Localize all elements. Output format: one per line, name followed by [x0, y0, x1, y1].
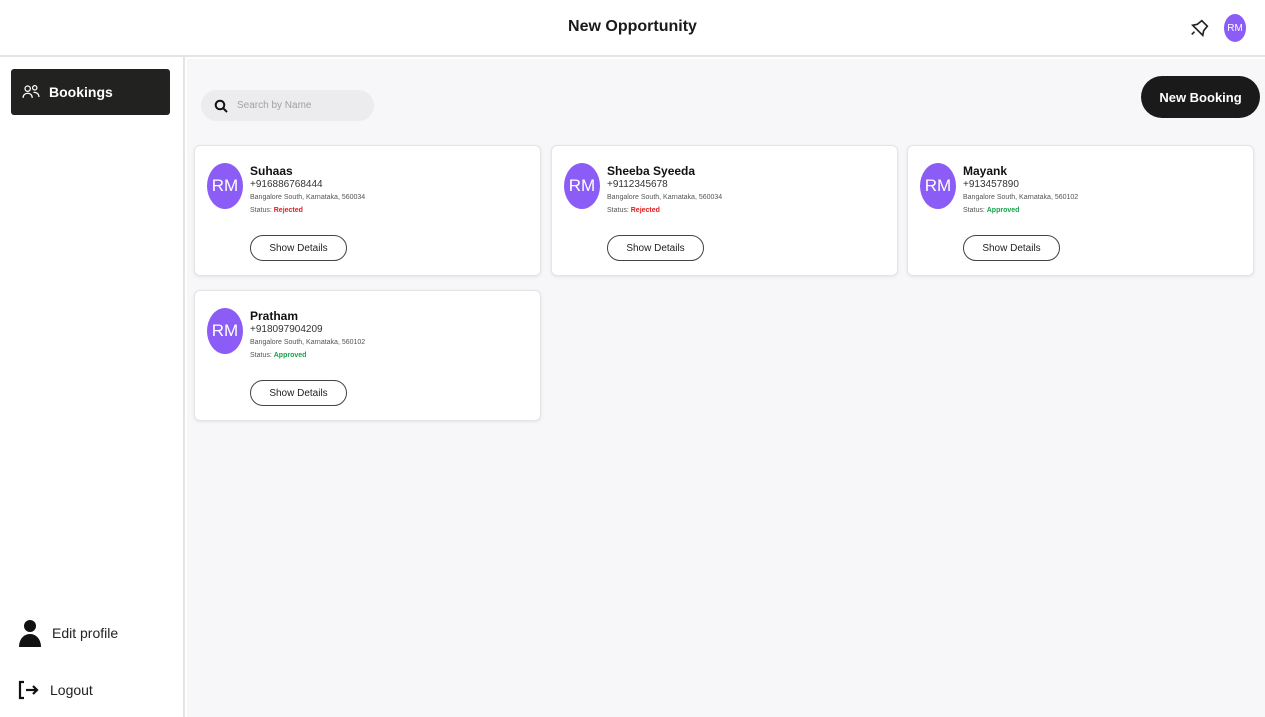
show-details-button[interactable]: Show Details: [250, 235, 347, 261]
booking-address: Bangalore South, Karnataka, 560034: [607, 194, 723, 201]
top-header: New Opportunity RM: [0, 0, 1265, 57]
booking-name: Pratham: [250, 309, 299, 323]
booking-phone: +913457890: [963, 179, 1019, 190]
status-label: Status:: [607, 207, 629, 214]
booking-status: Status: Rejected: [250, 207, 303, 214]
avatar: RM: [920, 163, 956, 209]
bell-icon[interactable]: [1189, 16, 1211, 40]
booking-status: Status: Approved: [963, 207, 1019, 214]
booking-card: RM Sheeba Syeeda +9112345678 Bangalore S…: [551, 145, 898, 276]
booking-phone: +918097904209: [250, 324, 323, 335]
status-badge: Rejected: [273, 207, 303, 214]
show-details-button[interactable]: Show Details: [250, 380, 347, 406]
sidebar-item-edit-profile[interactable]: Edit profile: [18, 618, 118, 648]
booking-card: RM Mayank +913457890 Bangalore South, Ka…: [907, 145, 1254, 276]
search-bar[interactable]: [201, 90, 374, 121]
status-badge: Approved: [986, 207, 1020, 214]
show-details-button[interactable]: Show Details: [607, 235, 704, 261]
sidebar-item-bookings[interactable]: Bookings: [11, 69, 170, 115]
main-content: New Booking RM Suhaas +916886768444 Bang…: [187, 59, 1265, 717]
search-icon: [214, 99, 228, 113]
sidebar-item-label: Bookings: [49, 84, 113, 100]
booking-address: Bangalore South, Karnataka, 560034: [250, 194, 366, 201]
booking-phone: +9112345678: [607, 179, 668, 190]
sidebar-item-label: Logout: [50, 682, 93, 698]
sidebar: Bookings Edit profile Logout: [0, 57, 185, 717]
sidebar-item-logout[interactable]: Logout: [18, 680, 93, 700]
new-booking-button[interactable]: New Booking: [1141, 76, 1260, 118]
booking-name: Suhaas: [250, 164, 293, 178]
page-title: New Opportunity: [568, 18, 697, 35]
booking-card: RM Pratham +918097904209 Bangalore South…: [194, 290, 541, 421]
status-label: Status:: [250, 352, 272, 359]
status-badge: Rejected: [630, 207, 660, 214]
avatar: RM: [207, 308, 243, 354]
avatar: RM: [564, 163, 600, 209]
user-icon: [19, 620, 41, 647]
booking-status: Status: Rejected: [607, 207, 660, 214]
logout-icon: [18, 680, 39, 700]
user-avatar[interactable]: RM: [1224, 14, 1246, 42]
booking-card: RM Suhaas +916886768444 Bangalore South,…: [194, 145, 541, 276]
users-icon: [22, 85, 40, 98]
avatar: RM: [207, 163, 243, 209]
status-label: Status:: [963, 207, 985, 214]
booking-phone: +916886768444: [250, 179, 323, 190]
show-details-button[interactable]: Show Details: [963, 235, 1060, 261]
status-badge: Approved: [273, 352, 307, 359]
search-input[interactable]: [237, 100, 357, 111]
sidebar-item-label: Edit profile: [52, 625, 119, 641]
status-label: Status:: [250, 207, 272, 214]
booking-status: Status: Approved: [250, 352, 306, 359]
booking-name: Mayank: [963, 164, 1008, 178]
booking-name: Sheeba Syeeda: [607, 164, 696, 178]
booking-address: Bangalore South, Karnataka, 560102: [250, 339, 366, 346]
booking-address: Bangalore South, Karnataka, 560102: [963, 194, 1079, 201]
